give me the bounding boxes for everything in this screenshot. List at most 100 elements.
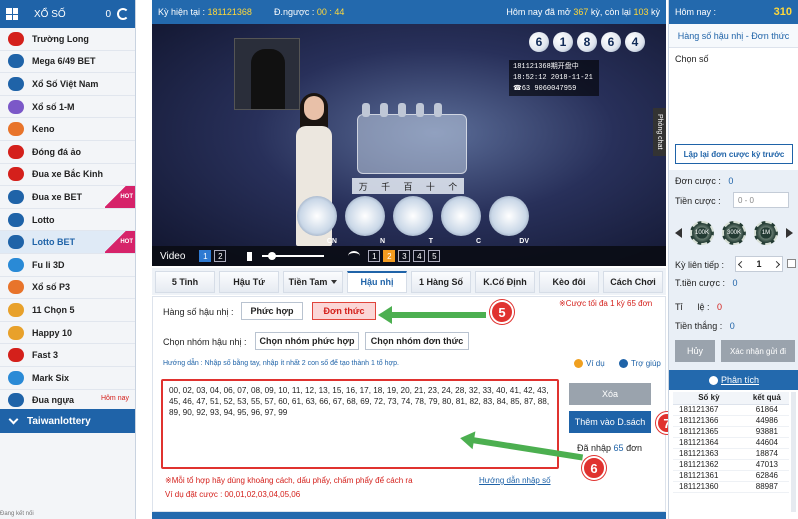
- sidebar-item[interactable]: Xổ Số Việt Nam: [0, 73, 135, 96]
- chip-prev-icon[interactable]: [675, 228, 682, 238]
- speaker-icon[interactable]: [247, 251, 256, 261]
- clear-button[interactable]: Xóa: [569, 383, 651, 405]
- number-input-box[interactable]: 00, 02, 03, 04, 06, 07, 08, 09, 10, 11, …: [161, 379, 559, 469]
- sidebar-item[interactable]: Keno: [0, 118, 135, 141]
- quality-button[interactable]: 2: [383, 250, 396, 262]
- sidebar-item[interactable]: Fu li 3D: [0, 254, 135, 277]
- chip-300k[interactable]: 300K: [722, 221, 746, 245]
- sidebar-item-taiwanlottery[interactable]: Taiwanlottery: [0, 409, 135, 433]
- sidebar-item-label: Xổ số 1-M: [32, 101, 75, 112]
- sidebar-item[interactable]: Đóng đá ảo: [0, 141, 135, 164]
- increment-icon[interactable]: [772, 260, 781, 268]
- sidebar-item[interactable]: Fast 3: [0, 344, 135, 367]
- cage-label: N: [379, 238, 385, 245]
- number-input[interactable]: 00, 02, 03, 04, 06, 07, 08, 09, 10, 11, …: [169, 385, 551, 463]
- ball-cage: T: [393, 196, 433, 245]
- confirm-submit-button[interactable]: Xác nhận gửi đi: [721, 340, 795, 362]
- view-button[interactable]: 2: [214, 250, 227, 262]
- result-ball: 6: [529, 32, 549, 52]
- sidebar-item[interactable]: Đua xe Bắc Kinh: [0, 164, 135, 187]
- volume-slider[interactable]: [262, 252, 325, 260]
- chip-1m[interactable]: 1M: [754, 221, 778, 245]
- repeat-last-bet-button[interactable]: Lập lại đơn cược kỳ trước: [675, 144, 793, 164]
- tab[interactable]: Kèo đôi: [539, 270, 599, 293]
- quality-button[interactable]: 4: [413, 250, 426, 262]
- sidebar-item[interactable]: 11 Chọn 5: [0, 299, 135, 322]
- input-guide-link[interactable]: Hướng dẫn nhập số: [479, 476, 551, 485]
- single-group-button[interactable]: Chọn nhóm đơn thức: [365, 332, 469, 350]
- cancel-button[interactable]: Hủy: [675, 340, 715, 362]
- cage-label: CN: [326, 238, 337, 245]
- sidebar-item-label: Mega 6/49 BET: [32, 56, 96, 67]
- table-row: 181121365 93881: [673, 426, 789, 438]
- quality-button[interactable]: 3: [398, 250, 411, 262]
- tab[interactable]: Hậu Tứ: [219, 270, 279, 293]
- tab-label: 5 Tinh: [171, 276, 199, 287]
- column-header-round: Số kỳ: [673, 392, 745, 405]
- sidebar-item-label: Happy 10: [32, 327, 73, 338]
- sidebar-item-label: Đua xe BET: [32, 191, 83, 202]
- tab[interactable]: Hậu nhị: [347, 270, 407, 293]
- video-info-overlay: 181121368期开盘中 18:52:12 2018-11-21 ☎63 90…: [509, 60, 599, 96]
- tab[interactable]: K.Cố Định: [475, 270, 535, 293]
- vietnam-lottery-icon: [8, 76, 24, 91]
- refresh-icon[interactable]: [117, 8, 129, 20]
- ball-cage: N: [345, 196, 385, 245]
- winnings-label: Tiền thắng :: [675, 321, 723, 331]
- result-ball: 8: [577, 32, 597, 52]
- annotation-arrow: [378, 306, 486, 324]
- ball-cage: DV: [489, 196, 529, 245]
- racing-icon: [8, 167, 24, 182]
- soccer-icon: [8, 144, 24, 159]
- remain-suffix: kỳ: [651, 7, 660, 17]
- bet-count-row: Đơn cược : 0: [675, 176, 733, 186]
- sidebar-item[interactable]: Lotto: [0, 209, 135, 232]
- stake-label: Tiền cược :: [675, 196, 721, 206]
- view-button[interactable]: 1: [199, 250, 212, 262]
- lottery-machine: [357, 103, 467, 174]
- table-row: 181121367 61864: [673, 404, 789, 416]
- sidebar-item[interactable]: Happy 10: [0, 322, 135, 345]
- help-link[interactable]: Trợ giúp: [619, 359, 661, 368]
- sidebar-footer-label: Taiwanlottery: [27, 415, 91, 427]
- tab-label: Hậu nhị: [360, 277, 394, 287]
- add-to-list-button[interactable]: Thêm vào D.sách: [569, 411, 651, 433]
- bet-icon: [8, 235, 24, 250]
- consecutive-label: Kỳ liên tiếp :: [675, 260, 725, 270]
- stake-input[interactable]: 0 - 0: [733, 192, 789, 208]
- chip-next-icon[interactable]: [786, 228, 793, 238]
- sidebar-item[interactable]: Lotto BET HOT: [0, 231, 135, 254]
- example-link[interactable]: Ví dụ: [574, 359, 605, 368]
- live-video[interactable]: 61864 181121368期开盘中 18:52:12 2018-11-21 …: [152, 24, 666, 266]
- sidebar-item[interactable]: Đua xe BET HOT: [0, 186, 135, 209]
- tab-label: K.Cố Định: [483, 276, 527, 287]
- decrement-icon[interactable]: [737, 260, 746, 268]
- sidebar-item[interactable]: Mega 6/49 BET: [0, 51, 135, 74]
- sidebar-item[interactable]: Mark Six: [0, 367, 135, 390]
- quality-button[interactable]: 1: [368, 250, 381, 262]
- consecutive-value: 1: [756, 259, 762, 269]
- group-label: Chọn nhóm hậu nhị :: [163, 337, 247, 347]
- tab[interactable]: 1 Hàng Số: [411, 270, 471, 293]
- composite-group-button[interactable]: Chọn nhóm phức hợp: [255, 332, 359, 350]
- result-ball: 6: [601, 32, 621, 52]
- tab[interactable]: 5 Tinh: [155, 270, 215, 293]
- sidebar-item[interactable]: Trường Long: [0, 28, 135, 51]
- composite-button[interactable]: Phức hợp: [241, 302, 303, 320]
- sidebar-item[interactable]: Xổ số 1-M: [0, 96, 135, 119]
- chip-100k[interactable]: 100K: [690, 221, 714, 245]
- tab[interactable]: Tiền Tam: [283, 270, 343, 293]
- single-button[interactable]: Đơn thức: [312, 302, 376, 320]
- chat-room-tab[interactable]: Phòng chat: [653, 108, 666, 156]
- quality-button[interactable]: 5: [428, 250, 441, 262]
- cage-label: DV: [519, 238, 529, 245]
- consecutive-stepper[interactable]: 1: [735, 256, 783, 272]
- results-scrollbar[interactable]: [791, 392, 796, 512]
- sidebar-item-label: Fast 3: [32, 350, 59, 361]
- sidebar-item[interactable]: Xổ số P3: [0, 277, 135, 300]
- bet-icon: [8, 54, 24, 69]
- status-text: Đang kết nối: [0, 511, 34, 517]
- consecutive-checkbox[interactable]: [787, 259, 796, 268]
- tab[interactable]: Cách Chơi: [603, 270, 663, 293]
- analysis-link[interactable]: Phân tích: [669, 370, 798, 390]
